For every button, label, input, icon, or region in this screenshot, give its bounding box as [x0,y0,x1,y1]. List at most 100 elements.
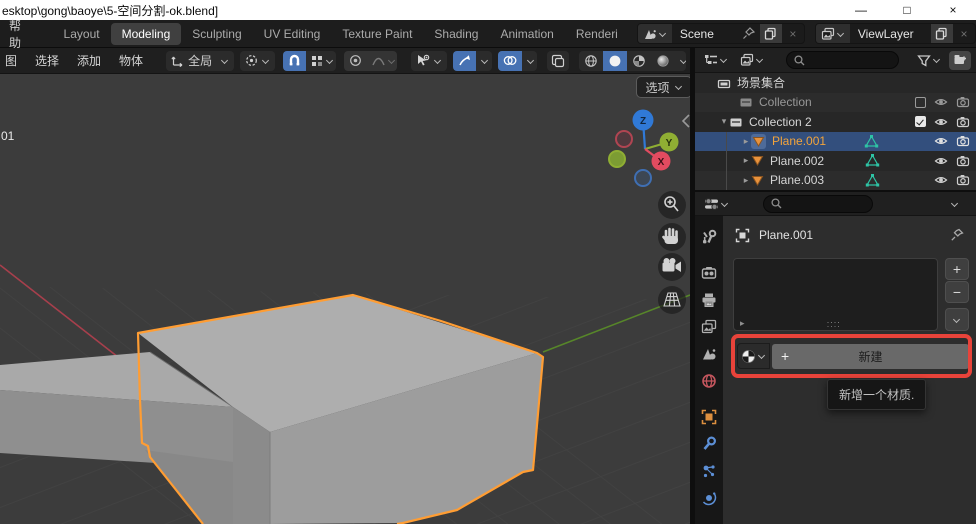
outliner-search-input[interactable] [786,51,899,69]
viewport-scene[interactable]: 01 Z Y X [0,48,690,524]
eye-icon[interactable] [934,154,948,168]
gizmo-dropdown[interactable] [476,51,491,71]
shading-rendered-button[interactable] [651,51,675,71]
tab-uv-editing[interactable]: UV Editing [253,23,332,45]
eye-icon[interactable] [934,134,948,148]
disclosure-closed-icon[interactable]: ▸ [741,175,751,186]
viewport-3d[interactable]: 图 选择 添加 物体 全局 [0,48,690,524]
maximize-button[interactable]: □ [884,0,930,20]
tab-scene[interactable] [700,345,718,363]
transform-orientation-dropdown[interactable]: 全局 [166,51,234,71]
tab-animation[interactable]: Animation [489,23,564,45]
outliner-row-plane-001[interactable]: ▸ Plane.001 [695,132,976,152]
tab-modeling[interactable]: Modeling [111,23,182,45]
browse-material-dropdown[interactable] [737,343,770,369]
shading-wireframe-button[interactable] [579,51,603,71]
gizmo-neg-x-ball[interactable] [616,131,632,147]
options-dropdown[interactable]: 选项 [636,76,690,98]
tab-texture-paint[interactable]: Texture Paint [331,23,423,45]
properties-search-input[interactable] [763,195,873,213]
resize-grip[interactable]: :::: [827,319,855,329]
menu-add[interactable]: 添加 [68,49,110,72]
exclude-checkbox[interactable] [915,116,926,127]
pivot-point-dropdown[interactable] [240,51,275,71]
tab-modifiers[interactable] [700,435,718,453]
tab-world[interactable] [700,372,718,390]
camera-view-button[interactable] [658,253,686,281]
unlink-scene-button[interactable]: × [782,24,804,43]
scene-browse-button[interactable] [638,24,672,43]
outliner-row-collection[interactable]: Collection [695,93,976,113]
tab-output[interactable] [700,291,718,309]
snap-with-dropdown[interactable] [306,51,336,71]
scene-selector[interactable]: Scene × [637,23,805,44]
tab-object[interactable] [700,408,718,426]
remove-view-layer-button[interactable]: × [953,24,975,43]
eye-icon[interactable] [934,115,948,129]
view-layer-browse-button[interactable] [816,24,850,43]
gizmo-neg-z-ball[interactable] [635,170,651,186]
proportional-edit-toggle[interactable] [344,51,367,71]
menu-view[interactable]: 图 [4,49,26,72]
editor-type-dropdown[interactable] [700,51,732,70]
xray-toggle[interactable] [547,51,569,71]
disclosure-closed-icon[interactable]: ▸ [741,155,751,166]
material-slot-specials-dropdown[interactable] [945,308,969,331]
zoom-view-button[interactable] [658,191,686,219]
display-mode-dropdown[interactable] [736,51,768,70]
camera-icon[interactable] [956,115,970,129]
tab-particles[interactable] [700,462,718,480]
shading-solid-button[interactable] [603,51,627,71]
new-view-layer-button[interactable] [931,24,953,43]
disclosure-closed-icon[interactable]: ▸ [740,318,745,329]
proportional-falloff-dropdown[interactable] [367,51,397,71]
eye-icon[interactable] [934,95,948,109]
tab-physics[interactable] [700,489,718,507]
editor-divider[interactable] [695,190,976,192]
pin-icon[interactable] [950,228,964,242]
disclosure-open-icon[interactable]: ▾ [719,116,729,127]
remove-material-slot-button[interactable]: − [945,281,969,303]
shading-dropdown[interactable] [675,51,686,71]
material-slot-list[interactable]: ▸ :::: [733,258,938,331]
outliner-row-plane-003[interactable]: ▸ Plane.003 [695,171,976,191]
eye-icon[interactable] [934,173,948,187]
outliner-row-scene-collection[interactable]: 场景集合 [695,73,976,93]
menu-object[interactable]: 物体 [110,49,152,72]
show-overlays-toggle[interactable] [498,51,522,71]
tab-tool[interactable] [700,228,718,246]
show-gizmo-toggle[interactable] [453,51,476,71]
camera-icon[interactable] [956,154,970,168]
disclosure-closed-icon[interactable]: ▸ [741,136,751,147]
snap-toggle[interactable] [283,51,306,71]
tab-sculpting[interactable]: Sculpting [181,23,252,45]
editor-type-dropdown[interactable] [700,194,733,213]
pan-view-button[interactable] [658,223,686,251]
outliner-row-plane-002[interactable]: ▸ Plane.002 [695,151,976,171]
menu-select[interactable]: 选择 [26,49,68,72]
properties-options-dropdown[interactable] [947,194,963,213]
camera-icon[interactable] [956,173,970,187]
camera-icon[interactable] [956,95,970,109]
pin-scene-button[interactable] [738,24,760,43]
overlays-dropdown[interactable] [522,51,537,71]
tab-layout[interactable]: Layout [53,23,111,45]
camera-icon[interactable] [956,134,970,148]
filter-dropdown[interactable] [913,51,945,70]
outliner-row-collection-2[interactable]: ▾ Collection 2 [695,112,976,132]
tab-render[interactable] [700,264,718,282]
new-material-button[interactable]: + 新建 [772,344,969,369]
gizmo-neg-y-ball[interactable] [609,151,625,167]
minimize-button[interactable]: — [838,0,884,20]
shading-material-button[interactable] [627,51,651,71]
tab-shading[interactable]: Shading [423,23,489,45]
visibility-dropdown[interactable] [411,51,447,71]
tab-view-layer[interactable] [700,318,718,336]
view-layer-selector[interactable]: ViewLayer × [815,23,976,44]
add-material-slot-button[interactable]: + [945,258,969,280]
new-scene-button[interactable] [760,24,782,43]
exclude-checkbox[interactable] [915,97,926,108]
close-button[interactable]: × [930,0,976,20]
new-collection-button[interactable] [949,51,971,70]
tab-rendering[interactable]: Renderi [565,23,629,45]
